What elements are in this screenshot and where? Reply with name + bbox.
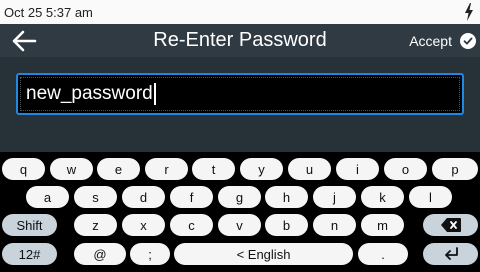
text-cursor <box>153 83 156 105</box>
on-screen-keyboard: q w e r t y u i o p a s d f g h j k l Sh… <box>0 152 480 272</box>
key-w[interactable]: w <box>50 158 93 180</box>
accept-label: Accept <box>409 32 452 49</box>
key-z[interactable]: z <box>74 214 117 236</box>
key-b[interactable]: b <box>265 214 308 236</box>
status-datetime: Oct 25 5:37 am <box>4 4 93 20</box>
key-d[interactable]: d <box>122 186 165 208</box>
header-bar: Re-Enter Password Accept <box>0 24 480 57</box>
key-v[interactable]: v <box>218 214 261 236</box>
key-semicolon[interactable]: ; <box>130 243 170 265</box>
password-value: new_password <box>26 83 153 104</box>
key-y[interactable]: y <box>240 158 283 180</box>
key-s[interactable]: s <box>74 186 117 208</box>
check-circle-icon <box>460 32 476 49</box>
content-area: new_password <box>0 57 480 152</box>
key-g[interactable]: g <box>218 186 261 208</box>
key-q[interactable]: q <box>2 158 45 180</box>
enter-icon <box>444 247 458 260</box>
password-input-inner: new_password <box>20 77 460 111</box>
key-i[interactable]: i <box>336 158 379 180</box>
charging-bolt-icon <box>465 3 473 21</box>
accept-button[interactable]: Accept <box>409 24 476 57</box>
password-input[interactable]: new_password <box>16 73 464 115</box>
key-u[interactable]: u <box>288 158 331 180</box>
space-key[interactable]: < English <box>174 243 353 265</box>
key-o[interactable]: o <box>384 158 427 180</box>
key-j[interactable]: j <box>313 186 356 208</box>
back-button[interactable] <box>6 24 42 57</box>
key-k[interactable]: k <box>361 186 404 208</box>
key-t[interactable]: t <box>192 158 235 180</box>
key-n[interactable]: n <box>313 214 356 236</box>
backspace-icon <box>440 218 461 232</box>
key-e[interactable]: e <box>97 158 140 180</box>
backspace-key[interactable] <box>423 214 478 236</box>
page-title: Re-Enter Password <box>153 29 327 51</box>
mode-switch-key[interactable]: 12# <box>2 243 57 265</box>
key-a[interactable]: a <box>26 186 69 208</box>
key-p[interactable]: p <box>432 158 478 180</box>
screen: Oct 25 5:37 am Re-Enter Password Accept … <box>0 0 480 272</box>
key-period[interactable]: . <box>358 243 408 265</box>
shift-key[interactable]: Shift <box>2 214 57 236</box>
key-l[interactable]: l <box>409 186 452 208</box>
status-bar: Oct 25 5:37 am <box>0 0 480 24</box>
key-m[interactable]: m <box>361 214 404 236</box>
key-c[interactable]: c <box>170 214 213 236</box>
key-x[interactable]: x <box>122 214 165 236</box>
key-r[interactable]: r <box>145 158 188 180</box>
key-f[interactable]: f <box>170 186 213 208</box>
key-h[interactable]: h <box>265 186 308 208</box>
back-arrow-icon <box>12 30 37 51</box>
key-at[interactable]: @ <box>74 243 126 265</box>
enter-key[interactable] <box>423 243 478 265</box>
